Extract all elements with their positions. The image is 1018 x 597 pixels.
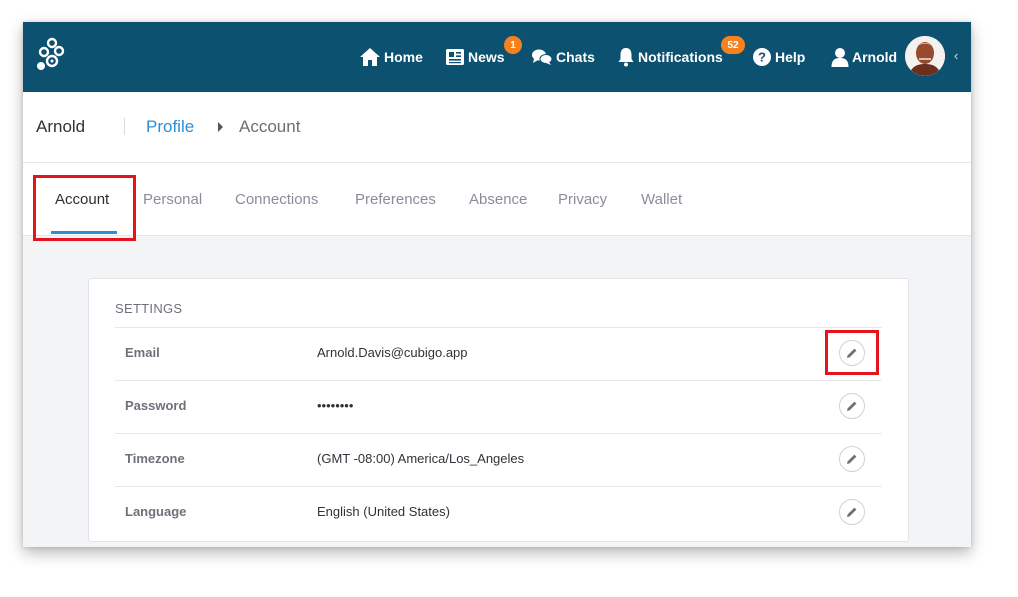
settings-row-password: Password •••••••• (115, 380, 882, 434)
breadcrumb-user: Arnold (36, 117, 86, 136)
password-value: •••••••• (317, 398, 354, 413)
svg-text:?: ? (758, 50, 766, 65)
breadcrumb-current: Account (239, 117, 301, 136)
edit-timezone-button[interactable] (839, 446, 865, 472)
settings-row-email: Email Arnold.Davis@cubigo.app (115, 327, 882, 381)
email-value: Arnold.Davis@cubigo.app (317, 345, 468, 360)
settings-row-timezone: Timezone (GMT -08:00) America/Los_Angele… (115, 433, 882, 487)
news-icon (446, 49, 464, 65)
nav-notifications[interactable]: Notifications (617, 22, 723, 92)
breadcrumb-profile-link[interactable]: Profile (146, 117, 194, 137)
language-label: Language (125, 504, 187, 519)
password-label: Password (125, 398, 187, 413)
nav-home[interactable]: Home (359, 22, 423, 92)
chats-icon (532, 49, 553, 65)
app-window: Home News 1 Chats Notifications 52 ? Hel… (23, 22, 971, 547)
chevron-left-icon[interactable]: ‹ (954, 48, 958, 63)
highlight-account-tab (33, 175, 136, 241)
nav-chats-label: Chats (556, 49, 595, 65)
breadcrumb: Arnold Profile Account (23, 92, 971, 163)
top-nav: Home News 1 Chats Notifications 52 ? Hel… (23, 22, 971, 92)
profile-tabs: Account Personal Connections Preferences… (23, 163, 971, 236)
email-label: Email (125, 345, 160, 360)
user-icon (831, 48, 849, 67)
help-icon: ? (753, 48, 771, 66)
breadcrumb-divider (124, 118, 125, 135)
nav-notifications-label: Notifications (638, 49, 723, 65)
pencil-icon (847, 454, 857, 464)
settings-card: SETTINGS Email Arnold.Davis@cubigo.app P… (88, 278, 909, 542)
nav-user[interactable]: Arnold (831, 22, 897, 92)
edit-password-button[interactable] (839, 393, 865, 419)
avatar-photo (905, 36, 945, 76)
bell-icon (618, 48, 634, 67)
cubigo-logo-icon[interactable] (35, 36, 67, 74)
timezone-label: Timezone (125, 451, 185, 466)
caret-right-icon (218, 122, 223, 132)
language-value: English (United States) (317, 504, 450, 519)
notifications-badge: 52 (721, 36, 745, 54)
settings-row-language: Language English (United States) (115, 486, 882, 540)
tab-personal[interactable]: Personal (143, 163, 202, 235)
nav-news-label: News (468, 49, 505, 65)
tab-wallet[interactable]: Wallet (641, 163, 682, 235)
tab-preferences[interactable]: Preferences (355, 163, 436, 235)
home-icon (360, 48, 380, 66)
highlight-edit-email (825, 330, 879, 375)
nav-help[interactable]: ? Help (752, 22, 805, 92)
nav-news[interactable]: News (445, 22, 505, 92)
nav-help-label: Help (775, 49, 806, 65)
pencil-icon (847, 401, 857, 411)
timezone-value: (GMT -08:00) America/Los_Angeles (317, 451, 525, 466)
avatar[interactable] (905, 36, 945, 76)
tab-absence[interactable]: Absence (469, 163, 527, 235)
nav-user-label: Arnold (852, 49, 898, 65)
edit-language-button[interactable] (839, 499, 865, 525)
pencil-icon (847, 507, 857, 517)
settings-title: SETTINGS (115, 301, 183, 316)
nav-home-label: Home (384, 49, 423, 65)
nav-chats[interactable]: Chats (531, 22, 595, 92)
news-badge: 1 (504, 36, 522, 54)
tab-privacy[interactable]: Privacy (558, 163, 607, 235)
tab-connections[interactable]: Connections (235, 163, 318, 235)
